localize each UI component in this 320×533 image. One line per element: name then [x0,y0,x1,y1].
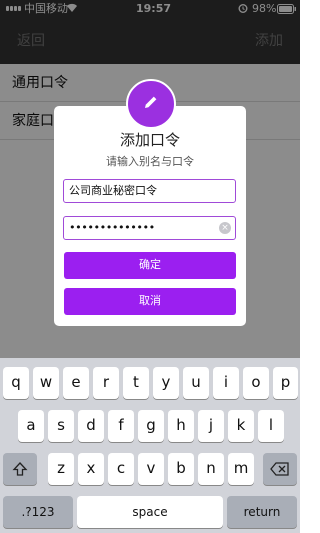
key-m[interactable]: m [228,453,254,485]
key-q[interactable]: q [3,367,29,399]
key-d[interactable]: d [78,410,104,442]
software-keyboard: q w e r t y u i o p a s d f g h j k l z … [0,358,300,533]
key-x[interactable]: x [78,453,104,485]
key-g[interactable]: g [138,410,164,442]
space-key[interactable]: space [77,496,223,528]
dialog-subtitle: 请输入别名与口令 [106,155,194,168]
password-input[interactable]: •••••••••••••• [63,216,236,240]
key-o[interactable]: o [243,367,269,399]
key-i[interactable]: i [213,367,239,399]
cancel-button[interactable]: 取消 [64,288,236,315]
pencil-icon [142,93,160,115]
key-c[interactable]: c [108,453,134,485]
clear-input-icon[interactable]: × [219,222,231,234]
key-t[interactable]: t [123,367,149,399]
key-r[interactable]: r [93,367,119,399]
confirm-button[interactable]: 确定 [64,252,236,279]
key-w[interactable]: w [33,367,59,399]
shift-icon [12,459,28,477]
key-p[interactable]: p [273,367,298,399]
key-a[interactable]: a [18,410,44,442]
key-s[interactable]: s [48,410,74,442]
key-y[interactable]: y [153,367,179,399]
backspace-icon [270,459,290,477]
numbers-key[interactable]: .?123 [3,496,73,528]
dialog-title: 添加口令 [119,131,180,149]
key-j[interactable]: j [198,410,224,442]
key-k[interactable]: k [228,410,254,442]
return-key[interactable]: return [227,496,297,528]
key-l[interactable]: l [258,410,284,442]
key-e[interactable]: e [63,367,89,399]
key-b[interactable]: b [168,453,194,485]
backspace-key[interactable] [263,453,297,485]
key-f[interactable]: f [108,410,134,442]
key-h[interactable]: h [168,410,194,442]
key-v[interactable]: v [138,453,164,485]
key-u[interactable]: u [183,367,209,399]
key-n[interactable]: n [198,453,224,485]
shift-key[interactable] [3,453,37,485]
key-z[interactable]: z [48,453,74,485]
pencil-badge [126,79,176,129]
alias-input[interactable]: 公司商业秘密口令 [63,179,236,203]
